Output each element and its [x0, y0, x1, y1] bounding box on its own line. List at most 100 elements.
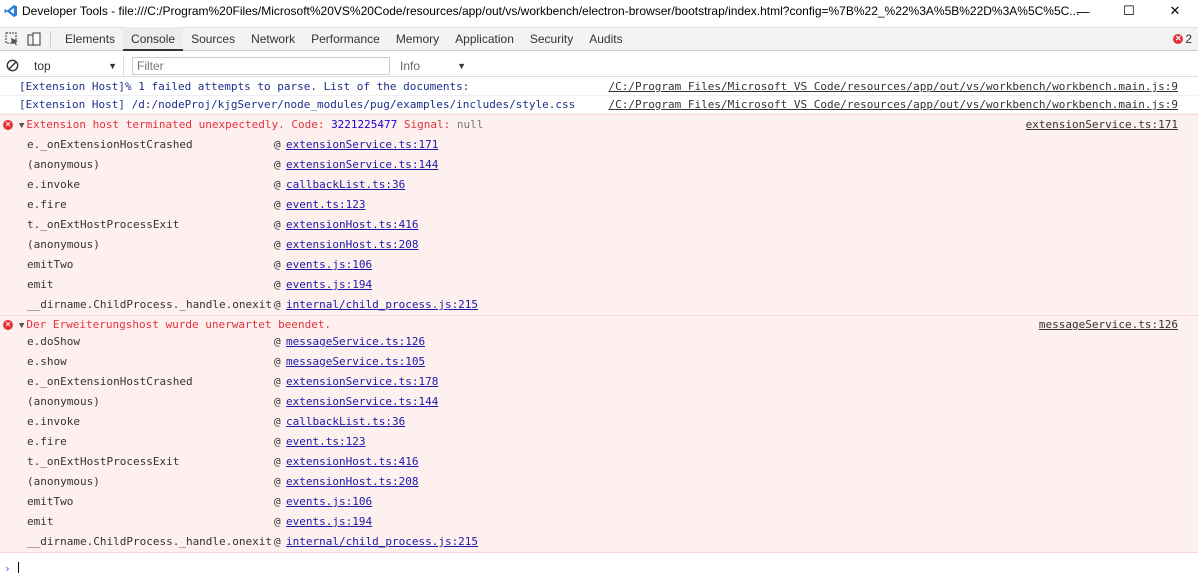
console-message-error: ✕ ▼ Extension host terminated unexpectedl… — [0, 114, 1198, 316]
error-header[interactable]: ✕ ▼ Extension host terminated unexpectedl… — [0, 115, 1198, 135]
stack-frame: e._onExtensionHostCrashed @ extensionServi… — [0, 372, 1198, 392]
text-caret — [18, 562, 19, 573]
tab-network[interactable]: Network — [243, 27, 303, 51]
error-code: 3221225477 — [331, 118, 398, 131]
at-symbol: @ — [274, 198, 281, 211]
tab-security[interactable]: Security — [522, 27, 581, 51]
console-message-info: [Extension Host]% 1 failed attempts to p… — [0, 78, 1198, 96]
console-prompt[interactable]: › — [0, 562, 1198, 573]
source-link[interactable]: /C:/Program Files/Microsoft VS Code/reso… — [608, 96, 1178, 113]
frame-link[interactable]: messageService.ts:126 — [286, 332, 425, 352]
stack-frame: emit @ events.js:194 — [0, 512, 1198, 532]
frame-link[interactable]: events.js:194 — [286, 512, 372, 532]
frame-link[interactable]: event.ts:123 — [286, 195, 365, 215]
stack-frame: __dirname.ChildProcess._handle.onexit @ in… — [0, 295, 1198, 315]
frame-link[interactable]: event.ts:123 — [286, 432, 365, 452]
frame-link[interactable]: extensionHost.ts:416 — [286, 215, 418, 235]
tab-sources[interactable]: Sources — [183, 27, 243, 51]
source-link[interactable]: /C:/Program Files/Microsoft VS Code/reso… — [608, 78, 1178, 95]
inspect-element-icon[interactable] — [2, 29, 22, 49]
close-button[interactable]: ✕ — [1152, 0, 1198, 22]
at-symbol: @ — [274, 435, 281, 448]
stack-frame: e.fire @ event.ts:123 — [0, 432, 1198, 452]
stack-frame: e.show @ messageService.ts:105 — [0, 352, 1198, 372]
stack-frame: emitTwo @ events.js:106 — [0, 255, 1198, 275]
at-symbol: @ — [274, 455, 281, 468]
frame-link[interactable]: extensionHost.ts:416 — [286, 452, 418, 472]
frame-link[interactable]: extensionService.ts:171 — [286, 135, 438, 155]
at-symbol: @ — [274, 178, 281, 191]
tab-elements[interactable]: Elements — [57, 27, 123, 51]
frame-link[interactable]: extensionHost.ts:208 — [286, 472, 418, 492]
log-level-selector[interactable]: Info ▼ — [392, 56, 472, 76]
frame-link[interactable]: internal/child_process.js:215 — [286, 295, 478, 315]
tab-application[interactable]: Application — [447, 27, 522, 51]
filter-input[interactable] — [132, 56, 390, 75]
stack-frame: t._onExtHostProcessExit @ extensionHost.ts… — [0, 452, 1198, 472]
frame-function: (anonymous) — [27, 158, 100, 171]
frame-link[interactable]: extensionService.ts:178 — [286, 372, 438, 392]
frame-function: __dirname.ChildProcess._handle.onexit — [27, 298, 273, 311]
frame-function: emit — [27, 278, 54, 291]
tab-separator — [50, 31, 51, 47]
source-link[interactable]: extensionService.ts:171 — [1026, 115, 1178, 135]
frame-link[interactable]: callbackList.ts:36 — [286, 175, 405, 195]
at-symbol: @ — [274, 335, 281, 348]
frame-function: emitTwo — [27, 258, 74, 271]
vscode-icon — [0, 0, 22, 22]
frame-function: e.fire — [27, 435, 67, 448]
expand-triangle-icon[interactable]: ▼ — [19, 121, 24, 131]
frame-function: e.invoke — [27, 178, 80, 191]
maximize-button[interactable]: ☐ — [1106, 0, 1152, 22]
at-symbol: @ — [274, 218, 281, 231]
frame-function: e._onExtensionHostCrashed — [27, 138, 193, 151]
error-count-badge[interactable]: ✕ 2 — [1173, 32, 1192, 46]
frame-link[interactable]: extensionHost.ts:208 — [286, 235, 418, 255]
frame-link[interactable]: extensionService.ts:144 — [286, 392, 438, 412]
frame-link[interactable]: events.js:194 — [286, 275, 372, 295]
frame-function: e.fire — [27, 198, 67, 211]
context-selector[interactable]: top ▼ — [24, 55, 124, 76]
stack-frame: emitTwo @ events.js:106 — [0, 492, 1198, 512]
tab-memory[interactable]: Memory — [388, 27, 447, 51]
clear-console-icon[interactable] — [0, 55, 24, 77]
device-toolbar-icon[interactable] — [24, 29, 44, 49]
frame-link[interactable]: internal/child_process.js:215 — [286, 532, 478, 552]
frame-link[interactable]: messageService.ts:105 — [286, 352, 425, 372]
frame-link[interactable]: callbackList.ts:36 — [286, 412, 405, 432]
at-symbol: @ — [274, 515, 281, 528]
log-level-value: Info — [400, 58, 421, 73]
tab-performance[interactable]: Performance — [303, 27, 388, 51]
frame-link[interactable]: extensionService.ts:144 — [286, 155, 438, 175]
devtools-tabbar: Elements Console Sources Network Perform… — [0, 27, 1198, 51]
at-symbol: @ — [274, 395, 281, 408]
stack-frame: e._onExtensionHostCrashed @ extensionServi… — [0, 135, 1198, 155]
error-header[interactable]: ✕ ▼ Der Erweiterungshost wurde unerwartet… — [0, 316, 1198, 332]
frame-function: emitTwo — [27, 495, 74, 508]
frame-link[interactable]: events.js:106 — [286, 255, 372, 275]
expand-triangle-icon[interactable]: ▼ — [19, 321, 24, 331]
title-bar: Developer Tools - file:///C:/Program%20F… — [0, 0, 1198, 22]
stack-frame: e.invoke @ callbackList.ts:36 — [0, 175, 1198, 195]
tab-console[interactable]: Console — [123, 27, 184, 51]
frame-function: (anonymous) — [27, 395, 100, 408]
at-symbol: @ — [274, 138, 281, 151]
window-title: Developer Tools - file:///C:/Program%20F… — [22, 4, 1080, 18]
error-text: Extension host terminated unexpectedly. … — [26, 118, 332, 131]
minimize-button[interactable]: — — [1060, 0, 1106, 22]
error-icon: ✕ — [1173, 34, 1184, 44]
frame-function: (anonymous) — [27, 238, 100, 251]
stack-frame: e.fire @ event.ts:123 — [0, 195, 1198, 215]
at-symbol: @ — [274, 375, 281, 388]
frame-function: e.invoke — [27, 415, 80, 428]
at-symbol: @ — [274, 495, 281, 508]
error-icon: ✕ — [3, 120, 13, 130]
stack-frame: (anonymous) @ extensionHost.ts:208 — [0, 235, 1198, 255]
tab-audits[interactable]: Audits — [581, 27, 630, 51]
stack-frame: (anonymous) @ extensionService.ts:144 — [0, 155, 1198, 175]
at-symbol: @ — [274, 258, 281, 271]
frame-link[interactable]: events.js:106 — [286, 492, 372, 512]
error-text: Der Erweiterungshost wurde unerwartet be… — [26, 318, 332, 331]
stack-frame: __dirname.ChildProcess._handle.onexit @ in… — [0, 532, 1198, 552]
context-value: top — [34, 58, 51, 73]
